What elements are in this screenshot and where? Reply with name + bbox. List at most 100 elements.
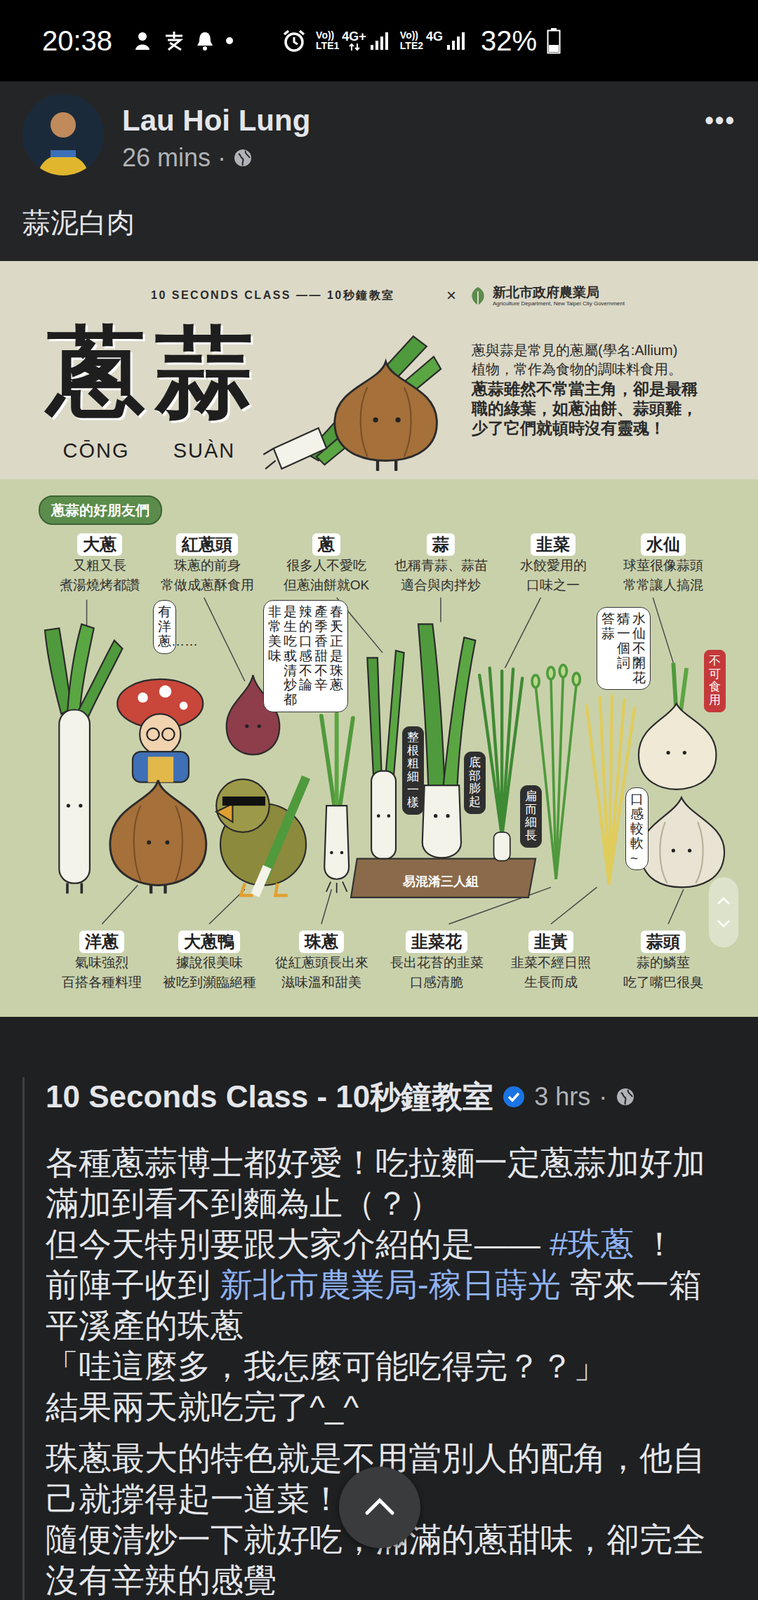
status-bar: 20:38Vo))LTE14G+Vo))LTE24G32% xyxy=(0,0,758,82)
vegetable-label: 紅蔥頭珠蔥的前身常做成蔥酥食用 xyxy=(147,533,267,596)
vegetable-label: 韭菜花長出花苔的韭菜口感清脆 xyxy=(376,930,497,993)
text-segment: 但今天特別要跟大家介紹的是—— xyxy=(45,1225,550,1263)
vegetable-desc: 長出花苔的韭菜 xyxy=(376,953,497,973)
vegetable-name: 韭黃 xyxy=(528,930,574,954)
leaf-icon-svg xyxy=(467,285,489,307)
hashtag-link[interactable]: #珠蔥 xyxy=(549,1225,634,1263)
time-ago[interactable]: 26 mins xyxy=(122,142,211,174)
chives xyxy=(479,668,523,862)
scroll-to-top-button[interactable] xyxy=(338,1466,421,1549)
bubble-column: 答：蒜 xyxy=(601,612,615,686)
verified-badge-icon-svg xyxy=(501,1085,526,1109)
bell-icon-svg xyxy=(195,30,215,52)
data-activity-icon-svg xyxy=(347,42,362,52)
mushroom-character xyxy=(117,679,203,783)
vegetable-name: 大蔥 xyxy=(77,533,123,556)
paragraph: 各種蔥蒜博士都好愛！吃拉麵一定蔥蒜加好加滿加到看不到麵為止（？）但今天特別要跟大… xyxy=(45,1142,730,1428)
time-ago[interactable]: 3 hrs xyxy=(534,1077,591,1117)
network-label: 4G+ xyxy=(341,30,367,43)
vegetable-desc: 生長而成 xyxy=(491,972,611,993)
vegetable-name: 蔥 xyxy=(312,533,341,556)
speech-bubble: 口感較軟~ xyxy=(625,787,649,871)
avatar-icon[interactable] xyxy=(22,94,104,176)
platform xyxy=(350,859,536,898)
vegetable-label: 珠蔥從紅蔥頭長出來滋味溫和甜美 xyxy=(261,930,382,993)
separator: · xyxy=(598,1077,608,1117)
scallion xyxy=(367,650,404,860)
bubble-column: 產季！香甜不辛 xyxy=(314,604,328,708)
vegetable-desc: 氣味強烈 xyxy=(42,953,162,973)
scroll-indicator-icon[interactable] xyxy=(708,877,739,948)
page-name[interactable]: 10 Seconds Class - 10秒鐘教室 xyxy=(45,1077,494,1117)
text-segment: 結果兩天就吃完了^_^ xyxy=(45,1388,359,1426)
text-segment: 前陣子收到 xyxy=(45,1266,220,1304)
vegetable-label: 韭黃韭菜不經日照生長而成 xyxy=(491,930,611,993)
bubble-column: 非常美味！ xyxy=(268,604,282,708)
intro-line: 蔥與蒜是常見的蔥屬(學名:Allium) xyxy=(471,341,698,361)
vegetable-desc: 常常讓人搞混 xyxy=(603,575,723,596)
chive-flowers xyxy=(532,665,580,880)
scroll-to-top-button-svg[interactable] xyxy=(338,1466,421,1549)
verified-badge-icon xyxy=(501,1085,526,1109)
shared-post-header: 10 Seconds Class - 10秒鐘教室 3 hrs· xyxy=(45,1077,730,1117)
vegetable-desc: 被吃到瀕臨絕種 xyxy=(149,972,269,993)
post-author-row: Lau Hoi Lung26 mins·••• xyxy=(22,94,736,176)
hashtag-link[interactable]: 新北市農業局-稼日蒔光 xyxy=(219,1266,561,1304)
globe-icon-svg xyxy=(615,1087,636,1107)
text-line: 前陣子收到 新北市農業局-稼日蒔光 寄來一箱平溪產的珠蔥 xyxy=(45,1264,730,1347)
vegetable-name: 珠蔥 xyxy=(298,930,344,954)
vegetable-label: 蒜也稱青蒜、蒜苗適合與肉拌炒 xyxy=(381,533,501,596)
avatar-icon-svg[interactable] xyxy=(22,94,104,176)
post-meta: Lau Hoi Lung26 mins· xyxy=(103,94,705,174)
person-notification-icon-svg xyxy=(131,30,154,52)
vegetable-desc: 從紅蔥頭長出來 xyxy=(261,953,382,973)
app-notification-icon-svg xyxy=(162,30,186,52)
pinyin: CŌNG xyxy=(40,439,153,462)
more-notifications-icon xyxy=(224,35,235,46)
bubble-column: 春天正是珠蔥 xyxy=(329,604,344,708)
scroll-indicator-icon-svg[interactable] xyxy=(708,877,739,948)
vegetable-desc: 球莖很像蒜頭 xyxy=(603,555,723,576)
band-label: LTE1 xyxy=(315,40,339,52)
vegetable-name: 蒜 xyxy=(426,533,455,556)
speech-bubble: 底部膨起 xyxy=(463,751,486,815)
leaf-icon xyxy=(467,285,489,307)
separator: · xyxy=(217,142,226,174)
highlight-line: 少了它們就頓時沒有靈魂！ xyxy=(471,418,698,438)
vegetable-desc: 但蔥油餅就OK xyxy=(266,575,387,596)
post-text: 蒜泥白肉 xyxy=(22,202,736,243)
infographic-header: 10 SECONDS CLASS —— 10秒鐘教室×新北市政府農業局Agric… xyxy=(0,261,758,480)
author-name[interactable]: Lau Hoi Lung xyxy=(122,103,705,139)
vegetable-label: 大蔥鴨據說很美味被吃到瀕臨絕種 xyxy=(149,930,269,993)
alarm-icon-svg xyxy=(282,28,307,53)
garlic-bulb xyxy=(640,797,725,888)
highlight-line: 職的綠葉，如蔥油餅、蒜頭雞， xyxy=(471,398,698,419)
infographic-title: 蔥蒜 xyxy=(47,320,264,426)
bubble-column: 是生吃或清炒都 xyxy=(283,604,297,708)
vegetable-name: 紅蔥頭 xyxy=(176,533,238,556)
speech-bubble: 扁而細長 xyxy=(520,785,542,848)
vegetable-desc: 吃了嘴巴很臭 xyxy=(603,972,723,993)
more-options-button[interactable]: ••• xyxy=(704,94,736,139)
vegetable-desc: 蒜的鱗莖 xyxy=(603,953,723,973)
sim-indicator: Vo))LTE14G+ xyxy=(315,30,391,52)
globe-icon xyxy=(615,1087,636,1107)
text-line: 但今天特別要跟大家介紹的是—— #珠蔥 ！ xyxy=(45,1224,730,1265)
vegetable-name: 蒜頭 xyxy=(640,930,686,954)
bubble-column: 猜一個詞？ xyxy=(616,612,631,686)
speech-bubble: 水仙不開花猜一個詞？答：蒜 xyxy=(596,607,651,690)
voice-label: Vo)) xyxy=(315,30,339,41)
battery-icon-svg xyxy=(546,27,561,55)
person-notification-icon xyxy=(131,30,154,52)
bubble-column: 辣的口感不論 xyxy=(298,604,313,708)
onion-mascot-icon-svg xyxy=(263,317,450,471)
vegetable-desc: 滋味溫和甜美 xyxy=(261,972,382,993)
speech-bubble: 春天正是珠蔥產季！香甜不辛辣的口感不論是生吃或清炒都非常美味！ xyxy=(263,600,349,713)
partner-name: 新北市政府農業局Agriculture Department, New Taip… xyxy=(492,284,625,308)
speech-bubble: 整根粗細一樣 xyxy=(402,726,424,815)
vegetable-desc: 珠蔥的前身 xyxy=(147,555,267,576)
post-time: 26 mins· xyxy=(122,142,705,174)
bubble-column: 有洋蔥…… xyxy=(157,604,172,650)
partner-en: Agriculture Department, New Taipei City … xyxy=(492,300,625,308)
vegetable-desc: 口味之一 xyxy=(493,575,613,596)
